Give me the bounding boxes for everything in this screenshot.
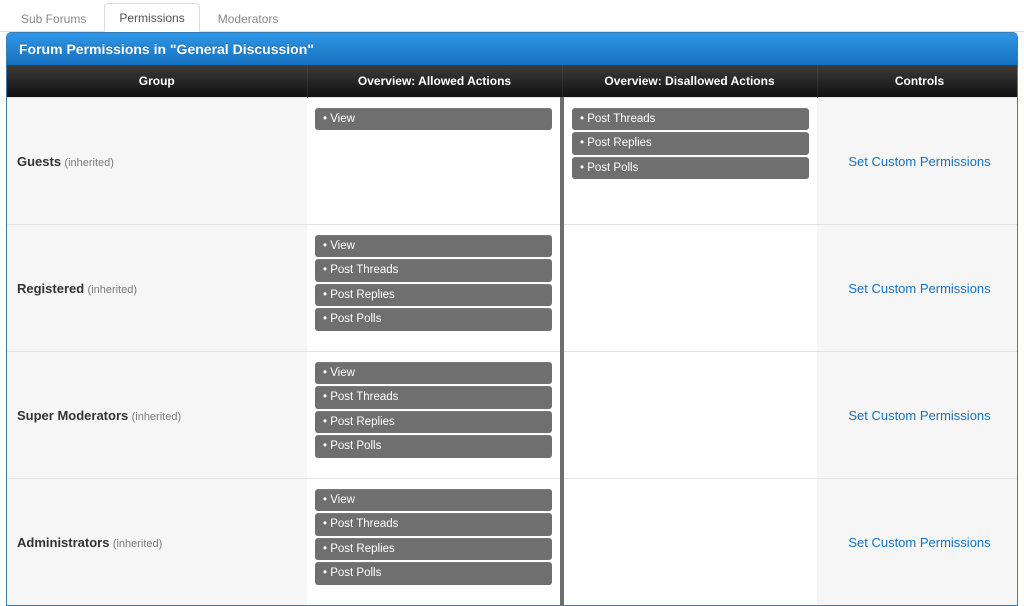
group-name: Administrators [17,535,109,550]
allowed-pill: • Post Polls [315,308,552,330]
cell-controls: Set Custom Permissions [817,352,1018,479]
allowed-pill: • Post Replies [315,284,552,306]
allowed-pill: • View [315,489,552,511]
cell-controls: Set Custom Permissions [817,98,1018,225]
set-custom-permissions-link[interactable]: Set Custom Permissions [848,535,990,550]
col-controls: Controls [817,65,1018,98]
cell-group: Super Moderators (inherited) [7,352,307,479]
group-name: Registered [17,281,84,296]
cell-group: Guests (inherited) [7,98,307,225]
table-row: Registered (inherited)• View• Post Threa… [7,225,1018,352]
allowed-pill: • Post Threads [315,259,552,281]
cell-allowed: • View• Post Threads • Post Replies• Post… [307,225,562,352]
group-note: (inherited) [64,157,114,169]
group-name: Guests [17,154,61,169]
allowed-pill: • Post Threads [315,513,552,535]
cell-controls: Set Custom Permissions [817,225,1018,352]
disallowed-pill: • Post Replies [572,132,809,154]
cell-allowed: • View• Post Threads • Post Replies• Post… [307,352,562,479]
cell-allowed: • View [307,98,562,225]
tab-moderators[interactable]: Moderators [203,4,294,32]
allowed-list: • View [315,108,552,130]
cell-controls: Set Custom Permissions [817,479,1018,606]
col-group: Group [7,65,307,98]
set-custom-permissions-link[interactable]: Set Custom Permissions [848,281,990,296]
allowed-pill: • Post Replies [315,538,552,560]
table-row: Administrators (inherited)• View• Post T… [7,479,1018,606]
group-note: (inherited) [113,538,163,550]
group-name: Super Moderators [17,408,128,423]
permissions-table: Group Overview: Allowed Actions Overview… [7,65,1018,605]
allowed-pill: • Post Threads [315,386,552,408]
table-row: Guests (inherited)• View• Post Threads• … [7,98,1018,225]
table-header-row: Group Overview: Allowed Actions Overview… [7,65,1018,98]
table-body: Guests (inherited)• View• Post Threads• … [7,98,1018,606]
cell-disallowed [562,225,817,352]
disallowed-pill: • Post Polls [572,157,809,179]
cell-allowed: • View• Post Threads • Post Replies• Post… [307,479,562,606]
permissions-panel: Forum Permissions in "General Discussion… [6,32,1018,606]
col-allow: Overview: Allowed Actions [307,65,562,98]
group-note: (inherited) [88,284,138,296]
panel-title: Forum Permissions in "General Discussion… [7,33,1017,65]
tab-permissions[interactable]: Permissions [104,3,199,32]
cell-disallowed [562,352,817,479]
cell-group: Administrators (inherited) [7,479,307,606]
tabs-bar: Sub Forums Permissions Moderators [0,0,1024,32]
allowed-pill: • View [315,235,552,257]
disallowed-pill: • Post Threads [572,108,809,130]
table-row: Super Moderators (inherited)• View• Post… [7,352,1018,479]
disallowed-list: • Post Threads• Post Replies • Post Polls [572,108,809,179]
group-note: (inherited) [132,411,182,423]
allowed-pill: • View [315,108,552,130]
cell-disallowed: • Post Threads• Post Replies • Post Polls [562,98,817,225]
allowed-list: • View• Post Threads • Post Replies• Post… [315,362,552,458]
allowed-pill: • Post Replies [315,411,552,433]
allowed-list: • View• Post Threads • Post Replies• Post… [315,235,552,331]
set-custom-permissions-link[interactable]: Set Custom Permissions [848,408,990,423]
allowed-pill: • View [315,362,552,384]
allowed-list: • View• Post Threads • Post Replies• Post… [315,489,552,585]
tab-sub-forums[interactable]: Sub Forums [6,4,101,32]
cell-disallowed [562,479,817,606]
set-custom-permissions-link[interactable]: Set Custom Permissions [848,154,990,169]
allowed-pill: • Post Polls [315,562,552,584]
col-disallow: Overview: Disallowed Actions [562,65,817,98]
cell-group: Registered (inherited) [7,225,307,352]
allowed-pill: • Post Polls [315,435,552,457]
